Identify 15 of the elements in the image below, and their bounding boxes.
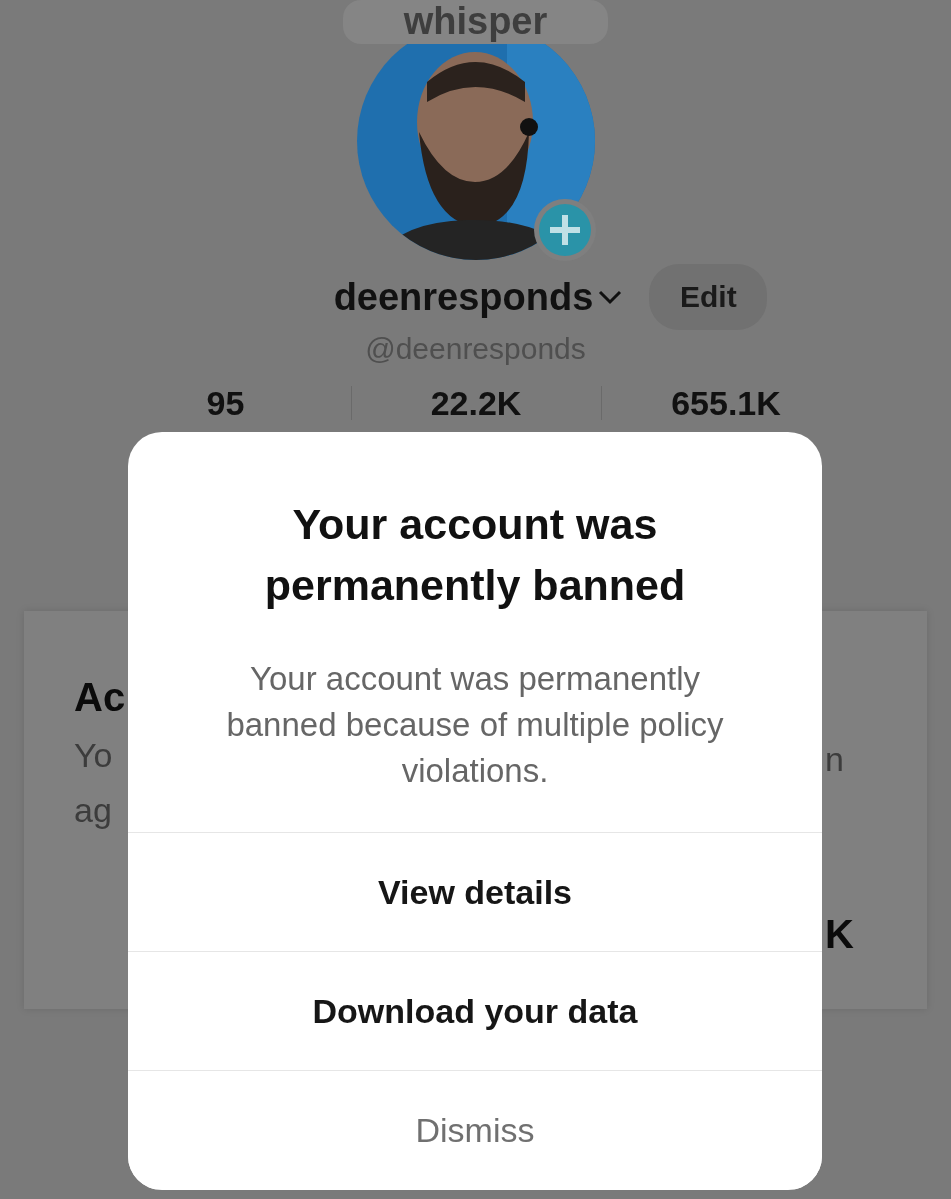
dialog-action[interactable]: Dismiss bbox=[128, 1070, 822, 1189]
stat-count: 95 bbox=[205, 386, 246, 420]
edit-button[interactable]: Edit bbox=[649, 264, 768, 330]
chevron-down-icon[interactable] bbox=[597, 288, 624, 306]
cut-text: Yo bbox=[74, 735, 114, 776]
speech-bubble: whisper bbox=[343, 0, 608, 44]
stat-count: 655.1K bbox=[600, 386, 851, 420]
dialog-title: Your account was permanently banned bbox=[263, 499, 687, 611]
cut-text: K bbox=[825, 910, 855, 958]
cut-text: n bbox=[825, 739, 845, 780]
stat-count: 22.2K bbox=[350, 386, 601, 420]
cut-text: ag bbox=[74, 789, 113, 831]
username: deenresponds bbox=[333, 275, 594, 319]
cut-text: Ac bbox=[74, 674, 126, 721]
dialog-message: Your account was permanently banned because of multiple policy violations. bbox=[225, 659, 725, 791]
